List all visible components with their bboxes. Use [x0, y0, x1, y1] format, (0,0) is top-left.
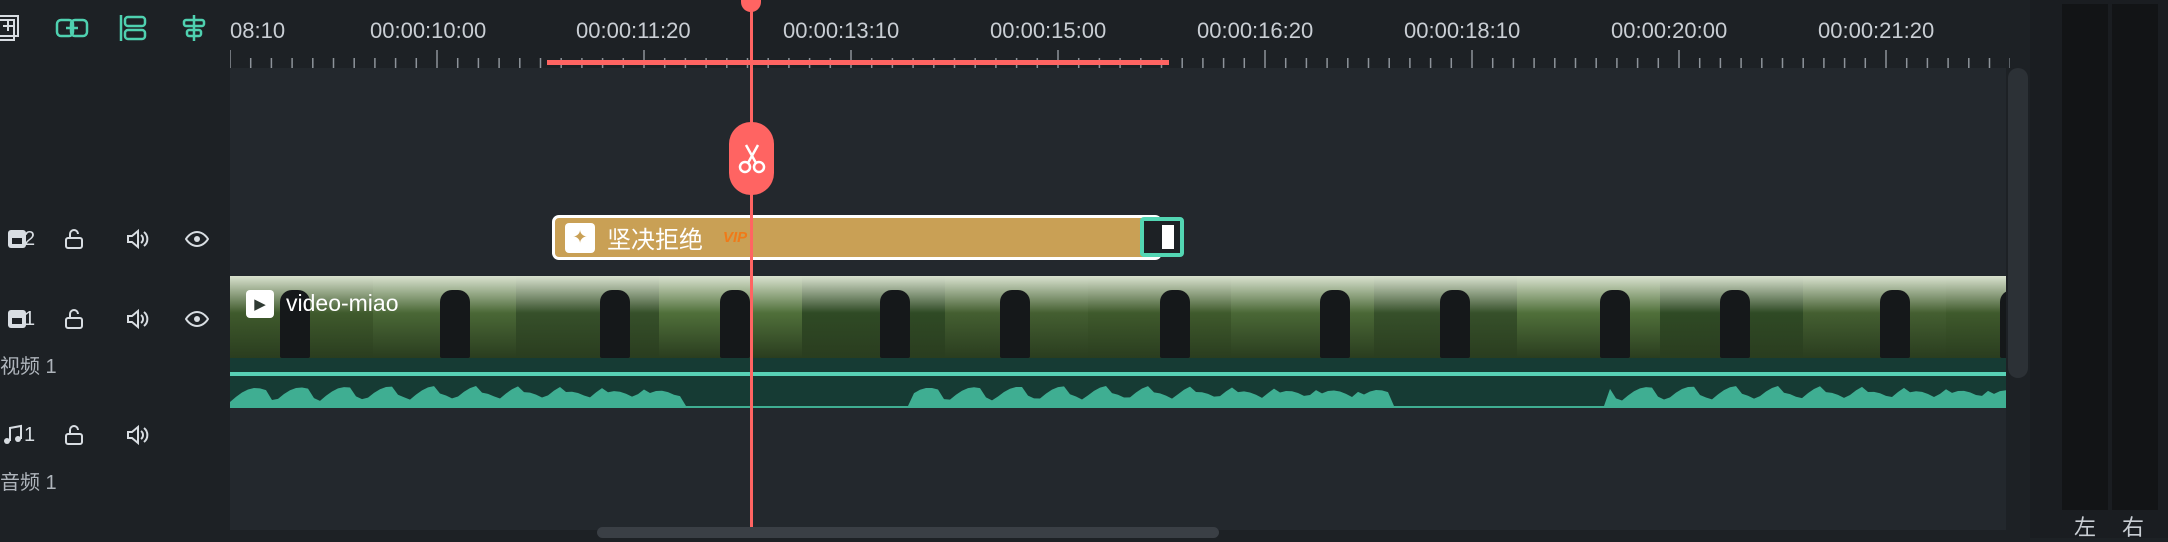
volume-icon[interactable] [120, 222, 154, 256]
audio-meter-right [2112, 4, 2158, 510]
link-icon[interactable] [54, 10, 90, 46]
ruler-label: 00:00:18:10 [1404, 18, 1521, 43]
video-thumbnail [1660, 276, 1803, 358]
ruler-label: 08:10 [230, 18, 286, 43]
scissors-icon[interactable] [729, 122, 774, 195]
video-thumbnail [1374, 276, 1517, 358]
video-thumbnail [945, 276, 1088, 358]
selection-range-bar[interactable] [547, 60, 1169, 65]
add-track-icon[interactable] [0, 10, 24, 46]
eye-icon[interactable] [180, 302, 214, 336]
playhead[interactable] [750, 0, 753, 538]
sparkle-icon: ✦ [565, 222, 595, 253]
title-track-controls: 2 [0, 222, 230, 262]
video-clip-name: video-miao [286, 290, 399, 316]
video-thumbnail [516, 276, 659, 358]
ruler-ticks [230, 50, 2010, 68]
video-thumbnail [1088, 276, 1231, 358]
ruler-label: 00:00:13:10 [783, 18, 900, 43]
lock-icon[interactable] [57, 418, 91, 452]
ruler-label: 00:00:11:20 [576, 18, 691, 43]
video-thumbnail [373, 276, 516, 358]
track-number: 1 [24, 424, 36, 446]
volume-icon[interactable] [120, 302, 154, 336]
volume-icon[interactable] [120, 418, 154, 452]
clip-trim-handle[interactable] [1140, 217, 1184, 257]
meter-label-right: 右 [2122, 515, 2145, 540]
meter-label-left: 左 [2074, 515, 2097, 540]
video-thumbnail [1946, 276, 2006, 358]
split-track-icon[interactable] [116, 10, 152, 46]
ruler-label: 00:00:10:00 [370, 18, 487, 43]
video-track-controls: 1 [0, 302, 230, 342]
ruler-label: 00:00:16:20 [1197, 18, 1314, 43]
track-number: 1 [24, 308, 36, 330]
video-thumbnail [1517, 276, 1660, 358]
audio-meter-left [2062, 4, 2108, 510]
play-icon: ▶ [246, 290, 274, 318]
audio-track-label: 音频 1 [0, 472, 57, 494]
video-thumbnail [659, 276, 802, 358]
video-thumbnail [802, 276, 945, 358]
horizontal-scrollbar[interactable] [597, 527, 1219, 538]
ruler-label: 00:00:20:00 [1611, 18, 1728, 43]
track-number: 2 [24, 228, 36, 250]
video-track-label: 视频 1 [0, 356, 57, 378]
timeline-ruler[interactable]: 08:10 00:00:10:00 00:00:11:20 00:00:13:1… [230, 0, 2010, 68]
lock-icon[interactable] [57, 222, 91, 256]
audio-meter-panel: 左 右 [2030, 0, 2168, 540]
eye-icon[interactable] [180, 222, 214, 256]
title-clip-text: 坚决拒绝 [607, 227, 703, 254]
vip-badge: VIP [723, 229, 748, 246]
ruler-label: 00:00:15:00 [990, 18, 1107, 43]
audio-track-controls: 1 [0, 418, 230, 458]
video-clip[interactable]: ▶ video-miao [230, 276, 2006, 358]
ruler-label: 00:00:21:20 [1818, 18, 1935, 43]
volume-line[interactable] [230, 372, 2006, 376]
video-thumbnail [1231, 276, 1374, 358]
audio-waveform[interactable] [230, 358, 2006, 408]
vertical-scrollbar[interactable] [2008, 68, 2028, 378]
video-thumbnail [1803, 276, 1946, 358]
align-center-icon[interactable] [176, 10, 212, 46]
title-clip[interactable]: ✦ 坚决拒绝 VIP [552, 215, 1162, 260]
lock-icon[interactable] [57, 302, 91, 336]
